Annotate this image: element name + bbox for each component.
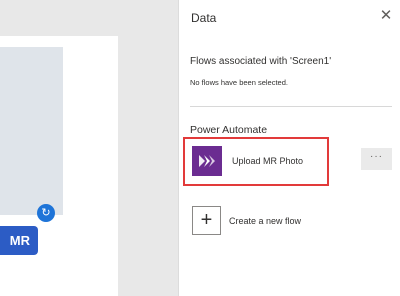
- no-flows-message: No flows have been selected.: [190, 78, 288, 87]
- panel-title: Data: [191, 11, 217, 25]
- power-automate-icon: [192, 146, 222, 176]
- flow-item-upload-mr-photo[interactable]: Upload MR Photo: [183, 137, 329, 186]
- close-icon[interactable]: ✕: [379, 8, 393, 23]
- power-automate-glyph: [199, 155, 215, 167]
- image-control[interactable]: ↻: [0, 47, 63, 222]
- plus-icon: +: [192, 206, 221, 235]
- app-screen: ↻ MR: [0, 36, 118, 296]
- upload-button[interactable]: MR: [0, 226, 38, 255]
- canvas-area: ↻ MR: [0, 0, 178, 296]
- create-new-flow-button[interactable]: + Create a new flow: [192, 206, 382, 238]
- section-divider: [190, 106, 392, 107]
- power-automate-heading: Power Automate: [190, 124, 268, 136]
- flow-item-label: Upload MR Photo: [232, 156, 304, 166]
- data-panel: Data ✕ Flows associated with 'Screen1' N…: [178, 0, 400, 296]
- create-flow-label: Create a new flow: [229, 216, 302, 226]
- more-options-button[interactable]: ···: [361, 148, 392, 170]
- rotate-icon[interactable]: ↻: [37, 204, 55, 222]
- flows-heading: Flows associated with 'Screen1': [190, 56, 332, 67]
